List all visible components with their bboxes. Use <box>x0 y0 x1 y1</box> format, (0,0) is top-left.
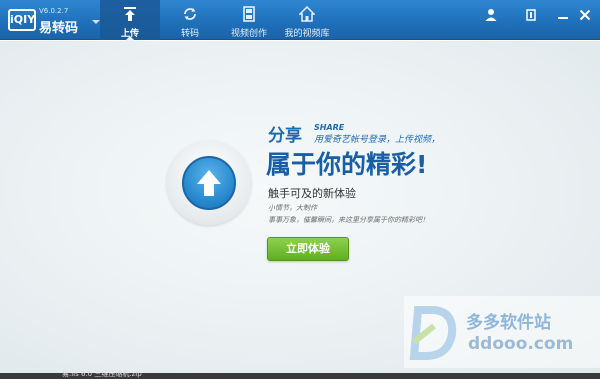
tab-label: 转码 <box>180 29 199 39</box>
app-logo[interactable]: iQIY V6.0.2.7 易转码 <box>8 6 100 36</box>
app-version: V6.0.2.7 <box>39 7 69 15</box>
upload-welcome-panel: 分享 SHARE 用爱奇艺帐号登录，上传视频， 属于你的精彩! 触手可及的新体验… <box>0 41 600 373</box>
upload-circle-button[interactable] <box>182 156 236 210</box>
chevron-down-icon[interactable] <box>92 20 100 24</box>
upload-icon <box>124 7 136 21</box>
title-bar: iQIY V6.0.2.7 易转码 上传 转码 视频创作 我的视频库 <box>0 0 600 41</box>
tab-label: 我的视频库 <box>284 29 330 39</box>
tagline-handwriting-1: 小情节，大制作 <box>268 204 317 212</box>
window-controls <box>482 6 594 26</box>
tab-video-creation[interactable]: 视频创作 <box>220 0 278 40</box>
settings-button[interactable] <box>522 6 540 24</box>
refresh-icon <box>184 8 196 20</box>
tab-my-library[interactable]: 我的视频库 <box>278 0 336 40</box>
user-icon <box>485 9 497 21</box>
share-title: 分享 <box>268 126 302 146</box>
app-window: iQIY V6.0.2.7 易转码 上传 转码 视频创作 我的视频库 分享 SH… <box>0 0 600 373</box>
background-file-label: 易.iis 6.0 三维压缩机.zip <box>62 370 142 378</box>
minimize-button[interactable] <box>554 6 572 24</box>
try-now-button[interactable]: 立即体验 <box>267 237 349 261</box>
tagline-handwriting-2: 事事万象，催馨瞬间，来这里分享属于你的精彩吧！ <box>268 216 429 224</box>
tab-label: 视频创作 <box>230 29 267 39</box>
site-watermark: 多多软件站 ddooo.com <box>404 296 600 368</box>
watermark-url: ddooo.com <box>468 334 574 354</box>
tab-transcode[interactable]: 转码 <box>160 0 220 40</box>
subheading: 触手可及的新体验 <box>268 187 356 200</box>
arrow-up-icon <box>197 170 221 196</box>
share-en-label: SHARE <box>314 123 345 132</box>
tab-upload[interactable]: 上传 <box>100 0 160 41</box>
film-icon <box>243 6 255 22</box>
settings-icon <box>526 9 536 21</box>
iqiyi-logo-badge: iQIY <box>8 9 36 31</box>
watermark-logo-icon <box>409 306 457 360</box>
minimize-icon <box>558 17 568 19</box>
main-tabs: 上传 转码 视频创作 我的视频库 <box>100 0 336 41</box>
home-icon <box>299 6 315 22</box>
watermark-text: 多多软件站 <box>466 313 551 333</box>
close-icon <box>579 9 591 21</box>
share-subtitle: 用爱奇艺帐号登录，上传视频， <box>314 135 441 145</box>
close-button[interactable] <box>576 6 594 24</box>
headline: 属于你的精彩! <box>266 150 428 179</box>
app-name: 易转码 <box>39 21 79 36</box>
account-button[interactable] <box>482 6 500 24</box>
